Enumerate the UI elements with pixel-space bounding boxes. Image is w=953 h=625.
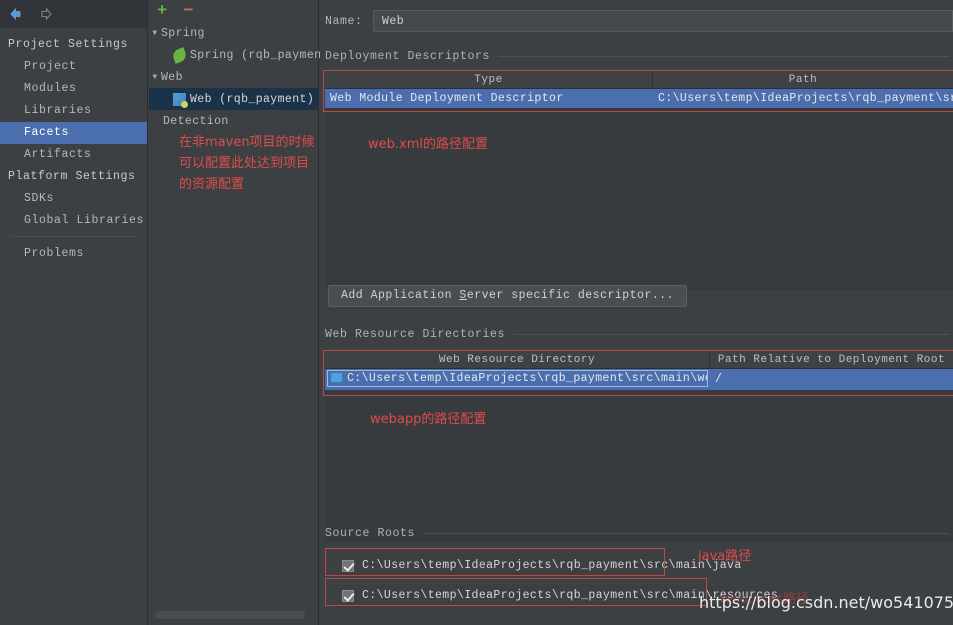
sidebar-item-modules[interactable]: Modules bbox=[0, 78, 147, 100]
name-label: Name: bbox=[325, 15, 373, 28]
button-label-after: erver specific descriptor... bbox=[467, 289, 674, 302]
table-header-row: Type Path bbox=[325, 72, 953, 89]
sidebar-item-facets[interactable]: Facets bbox=[0, 122, 147, 144]
name-row: Name: Web bbox=[325, 10, 953, 32]
facet-settings-pane: Name: Web Deployment Descriptors Type Pa… bbox=[320, 0, 953, 625]
tree-node-web-facet[interactable]: Web (rqb_payment) bbox=[149, 88, 318, 110]
sidebar-divider bbox=[10, 236, 137, 237]
source-root-path: C:\Users\temp\IdeaProjects\rqb_payment\s… bbox=[362, 559, 742, 572]
group-title-rule bbox=[423, 533, 949, 534]
cell-path: C:\Users\temp\IdeaProjects\rqb_payment\s… bbox=[653, 89, 953, 108]
annotation-line: 的资源配置 bbox=[179, 174, 315, 195]
web-resource-directories-table[interactable]: Web Resource Directory Path Relative to … bbox=[325, 352, 953, 542]
checkbox-source-root-resources[interactable] bbox=[342, 590, 354, 602]
sidebar-item-sdks[interactable]: SDKs bbox=[0, 188, 147, 210]
annotation-webxml-path: web.xml的路径配置 bbox=[368, 133, 488, 152]
arrow-right-icon[interactable] bbox=[38, 5, 56, 23]
group-title-text: Web Resource Directories bbox=[325, 328, 505, 341]
spring-leaf-icon bbox=[171, 47, 188, 64]
chevron-down-icon[interactable]: ▼ bbox=[149, 73, 161, 82]
column-header-path[interactable]: Path bbox=[653, 72, 953, 88]
tree-node-label: Detection bbox=[163, 115, 229, 128]
tree-node-label: Web (rqb_payment) bbox=[190, 93, 314, 106]
watermark: https://blog.csdn.net/wo541075754 bbox=[699, 593, 953, 612]
facets-tree-toolbar: + − bbox=[149, 0, 318, 22]
tree-node-spring-group[interactable]: ▼ Spring bbox=[149, 22, 318, 44]
checkbox-source-root-java[interactable] bbox=[342, 560, 354, 572]
name-input[interactable]: Web bbox=[373, 10, 953, 32]
tree-node-label: Web bbox=[161, 71, 183, 84]
cell-text: C:\Users\temp\IdeaProjects\rqb_payment\s… bbox=[347, 372, 708, 385]
group-title-rule bbox=[513, 334, 949, 335]
group-title-text: Source Roots bbox=[325, 527, 415, 540]
deployment-descriptors-group-title: Deployment Descriptors bbox=[325, 50, 949, 63]
cell-path-relative: / bbox=[710, 369, 953, 390]
sidebar-item-problems[interactable]: Problems bbox=[0, 243, 147, 265]
facets-tree-panel: + − ▼ Spring Spring (rqb_payment ▼ Web W… bbox=[149, 0, 319, 625]
button-label-before: Add Application bbox=[341, 289, 459, 302]
annotation-webapp-path: webapp的路径配置 bbox=[370, 408, 486, 427]
table-row[interactable]: C:\Users\temp\IdeaProjects\rqb_payment\s… bbox=[325, 369, 953, 390]
deployment-descriptors-table[interactable]: Type Path Web Module Deployment Descript… bbox=[325, 72, 953, 290]
cell-web-resource-directory: C:\Users\temp\IdeaProjects\rqb_payment\s… bbox=[325, 369, 710, 390]
web-module-icon bbox=[173, 93, 186, 106]
sidebar-nav-bar bbox=[0, 0, 147, 28]
annotation-line: 在非maven项目的时候 bbox=[179, 132, 315, 153]
sidebar-item-artifacts[interactable]: Artifacts bbox=[0, 144, 147, 166]
sidebar-group-platform-settings: Platform Settings bbox=[0, 166, 147, 188]
chevron-down-icon[interactable]: ▼ bbox=[149, 29, 161, 38]
tree-node-label: Spring (rqb_payment bbox=[190, 49, 329, 62]
sidebar-group-project-settings: Project Settings bbox=[0, 34, 147, 56]
arrow-left-icon[interactable] bbox=[6, 5, 24, 23]
annotation-non-maven-note: 在非maven项目的时候 可以配置此处达到项目 的资源配置 bbox=[179, 132, 315, 195]
tree-horizontal-scrollbar[interactable] bbox=[155, 611, 305, 619]
sidebar-item-libraries[interactable]: Libraries bbox=[0, 100, 147, 122]
source-root-row-java[interactable]: C:\Users\temp\IdeaProjects\rqb_payment\s… bbox=[342, 559, 742, 572]
source-roots-group-title: Source Roots bbox=[325, 527, 949, 540]
table-row[interactable]: Web Module Deployment Descriptor C:\User… bbox=[325, 89, 953, 108]
cell-type: Web Module Deployment Descriptor bbox=[325, 89, 653, 108]
column-header-path-relative[interactable]: Path Relative to Deployment Root bbox=[710, 352, 953, 368]
remove-facet-icon[interactable]: − bbox=[183, 3, 193, 20]
table-header-row: Web Resource Directory Path Relative to … bbox=[325, 352, 953, 369]
sidebar-item-project[interactable]: Project bbox=[0, 56, 147, 78]
tree-node-label: Spring bbox=[161, 27, 205, 40]
add-application-server-descriptor-button[interactable]: Add Application Server specific descript… bbox=[328, 285, 687, 307]
settings-sidebar: Project Settings Project Modules Librari… bbox=[0, 0, 148, 625]
button-label-accel: S bbox=[459, 289, 466, 302]
group-title-text: Deployment Descriptors bbox=[325, 50, 490, 63]
column-header-type[interactable]: Type bbox=[325, 72, 653, 88]
tree-node-detection[interactable]: Detection bbox=[149, 110, 318, 132]
web-resource-directories-group-title: Web Resource Directories bbox=[325, 328, 949, 341]
annotation-java-path: java路径 bbox=[698, 545, 751, 564]
annotation-line: 可以配置此处达到项目 bbox=[179, 153, 315, 174]
folder-icon bbox=[331, 373, 342, 382]
tree-node-spring-facet[interactable]: Spring (rqb_payment bbox=[149, 44, 318, 66]
group-title-rule bbox=[498, 56, 949, 57]
sidebar-list: Project Settings Project Modules Librari… bbox=[0, 28, 147, 265]
add-facet-icon[interactable]: + bbox=[157, 3, 167, 20]
column-header-web-resource-directory[interactable]: Web Resource Directory bbox=[325, 352, 710, 368]
sidebar-item-global-libraries[interactable]: Global Libraries bbox=[0, 210, 147, 232]
tree-node-web-group[interactable]: ▼ Web bbox=[149, 66, 318, 88]
